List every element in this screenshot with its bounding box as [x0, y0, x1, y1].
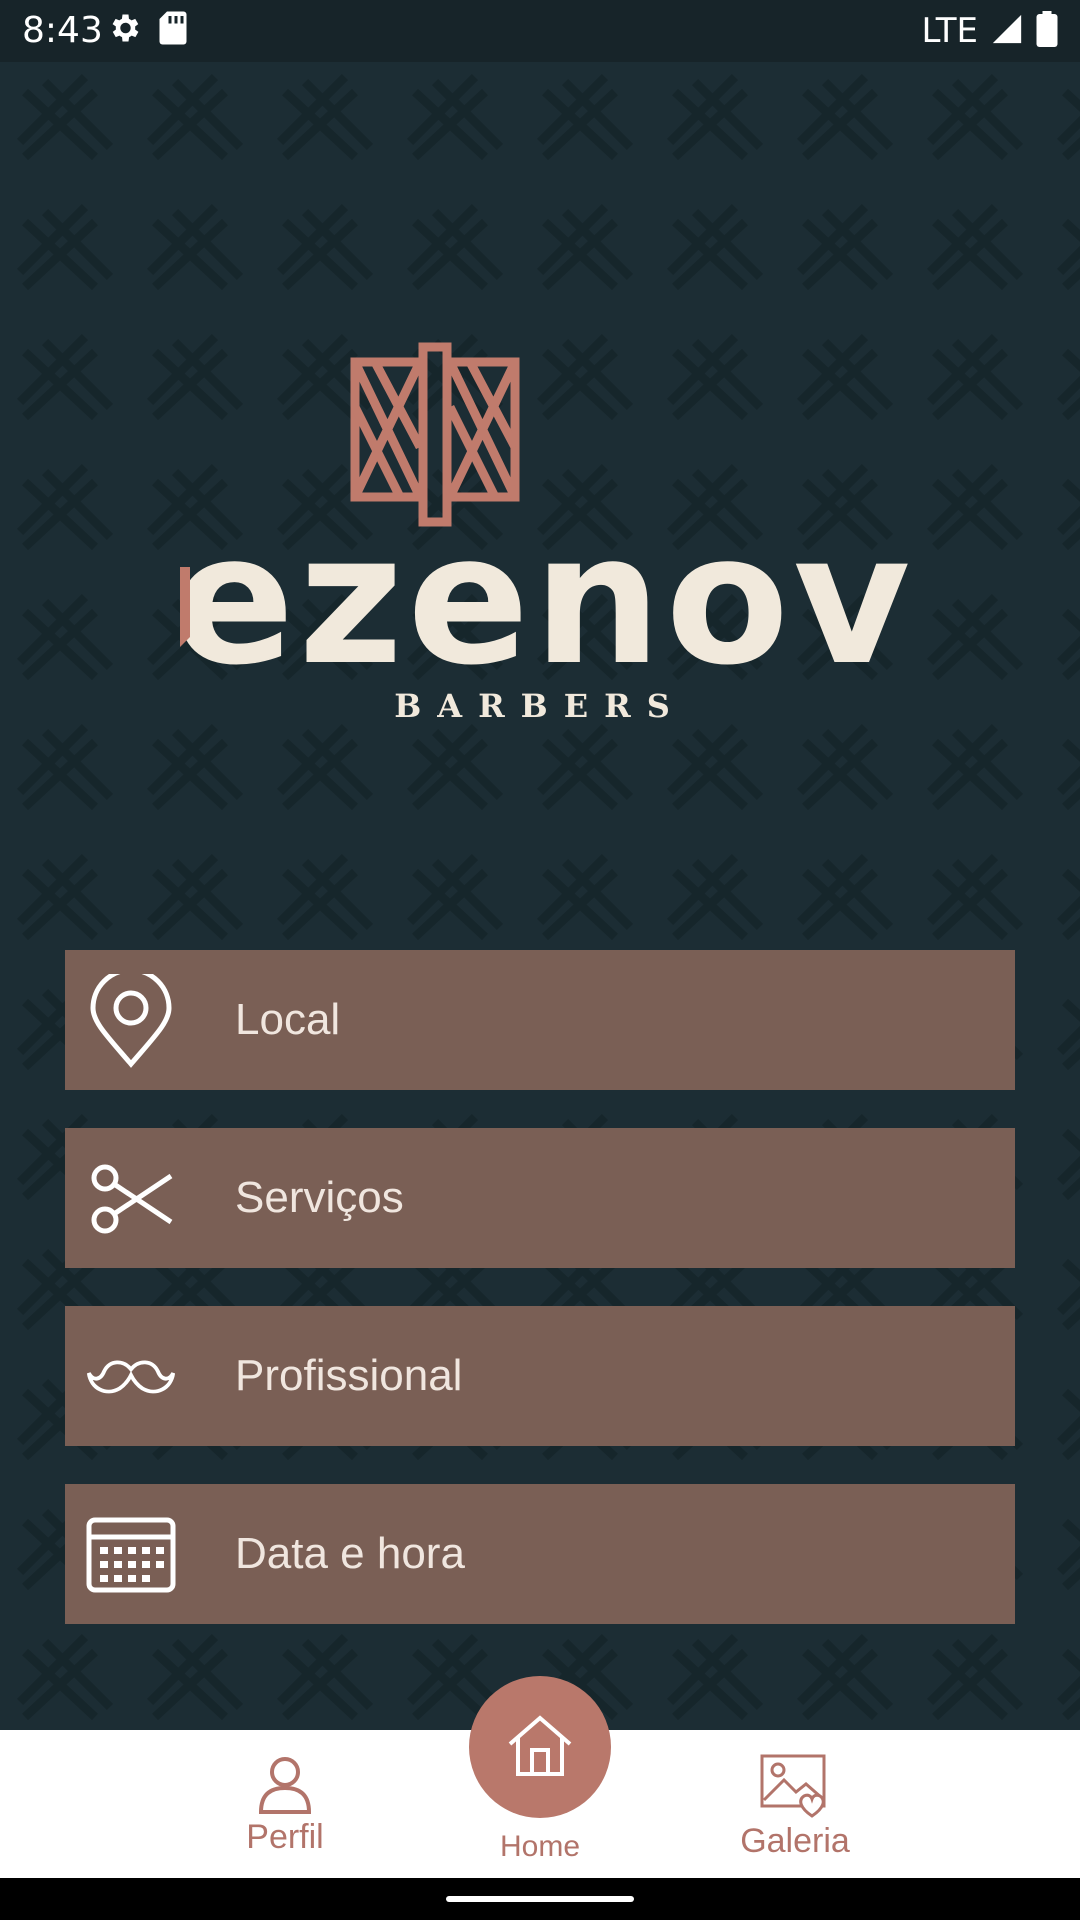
status-left-icons — [106, 10, 188, 50]
signal-icon — [990, 12, 1024, 50]
gesture-bar — [0, 1878, 1080, 1920]
nav-item-perfil[interactable]: Perfil — [230, 1754, 340, 1857]
home-icon — [504, 1712, 576, 1782]
gallery-icon — [730, 1754, 860, 1822]
nav-label-home-wrap[interactable]: Home — [480, 1830, 600, 1864]
network-type: LTE — [921, 11, 978, 51]
home-gesture-handle[interactable] — [446, 1896, 634, 1902]
mustache-icon — [85, 1331, 177, 1423]
nav-label-home: Home — [499, 1830, 581, 1863]
gear-icon — [106, 10, 142, 50]
person-icon — [230, 1754, 340, 1818]
calendar-icon — [85, 1509, 177, 1601]
menu-label-data-hora: Data e hora — [235, 1529, 465, 1578]
menu-item-servicos[interactable]: Serviços — [65, 1128, 1015, 1268]
nav-item-galeria[interactable]: Galeria — [730, 1754, 860, 1861]
menu-item-data-hora[interactable]: Data e hora — [65, 1484, 1015, 1624]
nav-label-galeria: Galeria — [740, 1822, 850, 1860]
booking-menu: Local Serviços Profissional Data e hora — [65, 950, 1015, 1662]
menu-item-profissional[interactable]: Profissional — [65, 1306, 1015, 1446]
brand-subtitle: BARBERS — [394, 687, 686, 725]
sd-card-icon — [158, 10, 188, 50]
scissors-icon — [85, 1153, 177, 1245]
home-screen: dezenove BARBERS Local — [0, 62, 1080, 1730]
brand-logo: dezenove BARBERS — [40, 337, 1037, 737]
menu-label-profissional: Profissional — [235, 1351, 463, 1400]
menu-label-servicos: Serviços — [235, 1173, 404, 1222]
nav-label-perfil: Perfil — [246, 1818, 324, 1856]
status-time: 8:43 — [22, 10, 103, 51]
logo-mark: dezenove — [40, 342, 1037, 705]
menu-label-local: Local — [235, 995, 341, 1044]
battery-icon — [1036, 11, 1058, 51]
status-bar: 8:43 LTE — [0, 0, 1080, 62]
menu-item-local[interactable]: Local — [65, 950, 1015, 1090]
svg-text:dezenove: dezenove — [170, 496, 910, 677]
status-right: LTE — [921, 8, 1058, 54]
home-button[interactable] — [469, 1676, 611, 1818]
map-pin-icon — [85, 974, 177, 1068]
